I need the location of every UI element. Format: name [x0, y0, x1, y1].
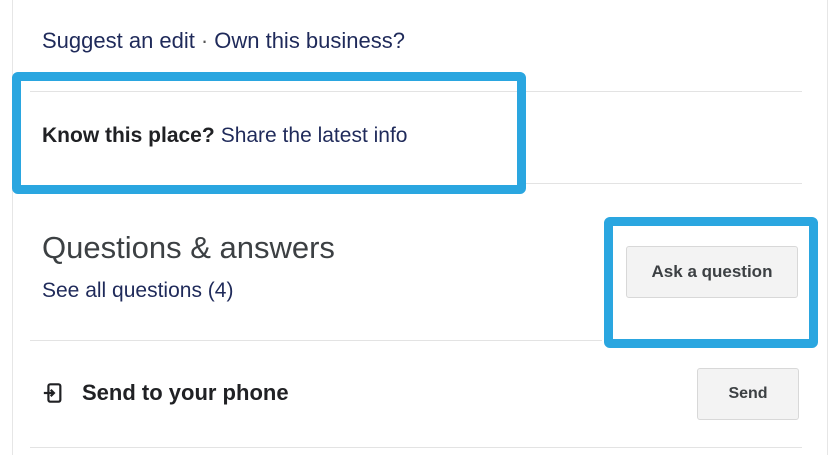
link-separator: · — [200, 28, 209, 53]
divider — [30, 447, 802, 448]
suggest-edit-link[interactable]: Suggest an edit — [42, 28, 195, 53]
send-to-phone-icon — [43, 383, 62, 403]
send-button[interactable]: Send — [697, 368, 799, 420]
divider — [30, 340, 602, 341]
questions-answers-heading: Questions & answers — [42, 230, 335, 265]
send-to-phone-label: Send to your phone — [82, 380, 289, 405]
see-all-questions-link[interactable]: See all questions (4) — [42, 279, 233, 303]
highlight-box-ask-question — [604, 217, 818, 348]
highlight-box-share-info — [12, 72, 526, 194]
own-business-link[interactable]: Own this business? — [214, 28, 405, 53]
edit-links-row: Suggest an edit · Own this business? — [42, 28, 405, 54]
divider — [526, 183, 802, 184]
send-to-phone-row: Send to your phone — [42, 380, 289, 406]
